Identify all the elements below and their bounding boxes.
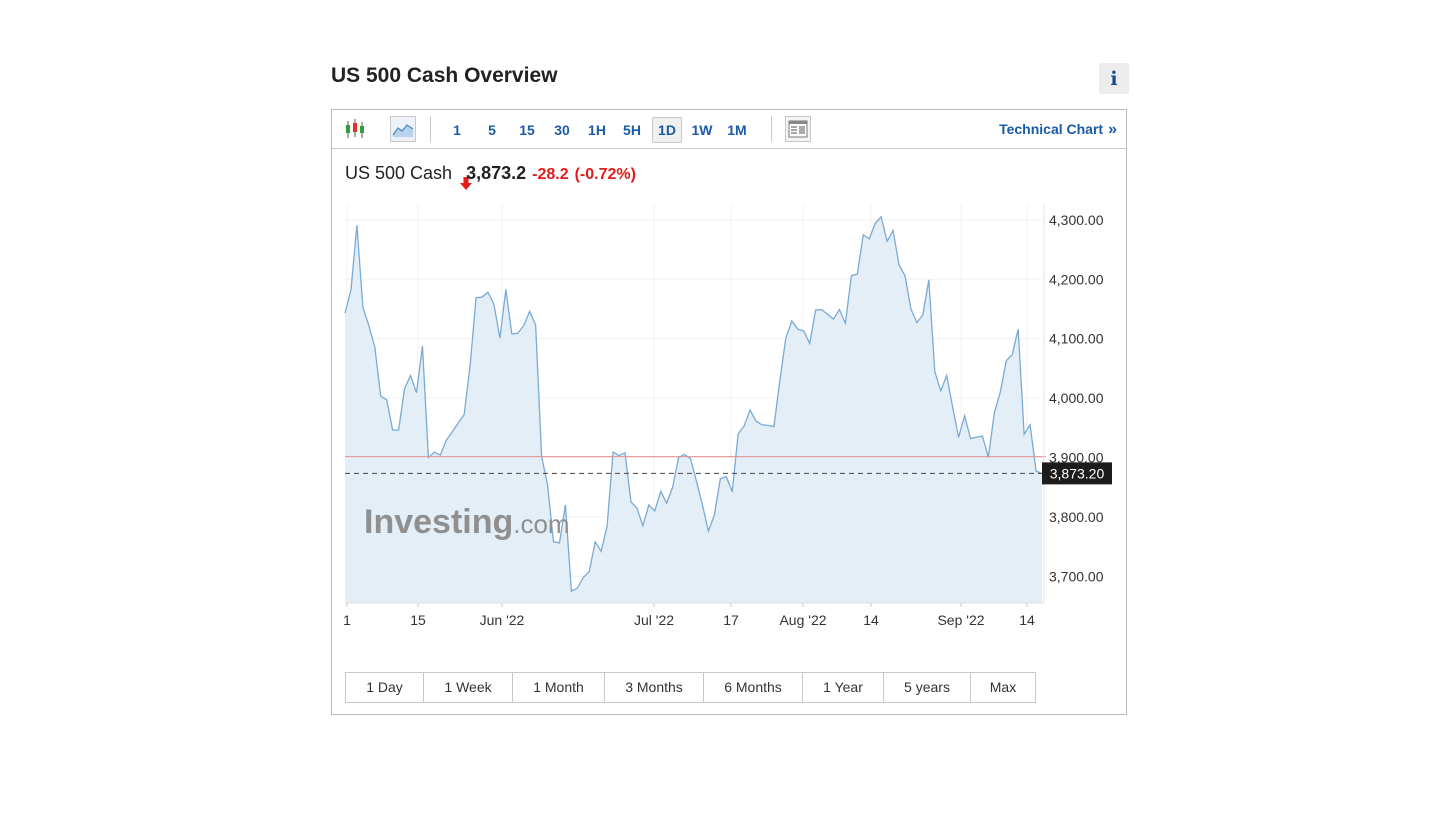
range-3-months[interactable]: 3 Months bbox=[605, 673, 704, 702]
x-tick-label: Jul '22 bbox=[634, 612, 674, 628]
range-5-years[interactable]: 5 years bbox=[884, 673, 971, 702]
y-tick-label: 4,200.00 bbox=[1049, 271, 1104, 287]
y-tick-label: 4,100.00 bbox=[1049, 331, 1104, 347]
range-6-months[interactable]: 6 Months bbox=[704, 673, 803, 702]
x-tick-label: 14 bbox=[1019, 612, 1035, 628]
range-1-day[interactable]: 1 Day bbox=[346, 673, 424, 702]
range-1-week[interactable]: 1 Week bbox=[424, 673, 513, 702]
x-tick-label: Jun '22 bbox=[480, 612, 525, 628]
x-tick-label: Aug '22 bbox=[779, 612, 826, 628]
range-max[interactable]: Max bbox=[971, 673, 1035, 702]
investing-watermark: Investing.com bbox=[364, 503, 570, 541]
range-selector: 1 Day 1 Week 1 Month 3 Months 6 Months 1 Year… bbox=[345, 672, 1036, 703]
range-1-month[interactable]: 1 Month bbox=[513, 673, 605, 702]
x-tick-label: Sep '22 bbox=[937, 612, 984, 628]
y-tick-label: 3,700.00 bbox=[1049, 568, 1104, 584]
series-area-fill bbox=[345, 216, 1042, 603]
info-icon[interactable]: i bbox=[1099, 63, 1129, 94]
range-1-year[interactable]: 1 Year bbox=[803, 673, 884, 702]
y-tick-label: 3,800.00 bbox=[1049, 509, 1104, 525]
watermark-suffix: .com bbox=[513, 509, 569, 539]
x-tick-label: 17 bbox=[723, 612, 739, 628]
y-tick-label: 4,300.00 bbox=[1049, 212, 1104, 228]
x-tick-label: 14 bbox=[863, 612, 879, 628]
y-tick-label: 4,000.00 bbox=[1049, 390, 1104, 406]
x-tick-label: 1 bbox=[343, 612, 351, 628]
current-price-label: 3,873.20 bbox=[1050, 465, 1105, 481]
price-chart[interactable]: Investing.com 4,300.00 4,200.00 4,100.00 4,0… bbox=[332, 110, 1126, 670]
chart-widget: 1 5 15 30 1H 5H 1D 1W 1M Technical Chart» US 500… bbox=[331, 109, 1127, 715]
page-title: US 500 Cash Overview bbox=[331, 64, 558, 87]
x-tick-label: 15 bbox=[410, 612, 426, 628]
watermark-main: Investing bbox=[364, 503, 513, 541]
